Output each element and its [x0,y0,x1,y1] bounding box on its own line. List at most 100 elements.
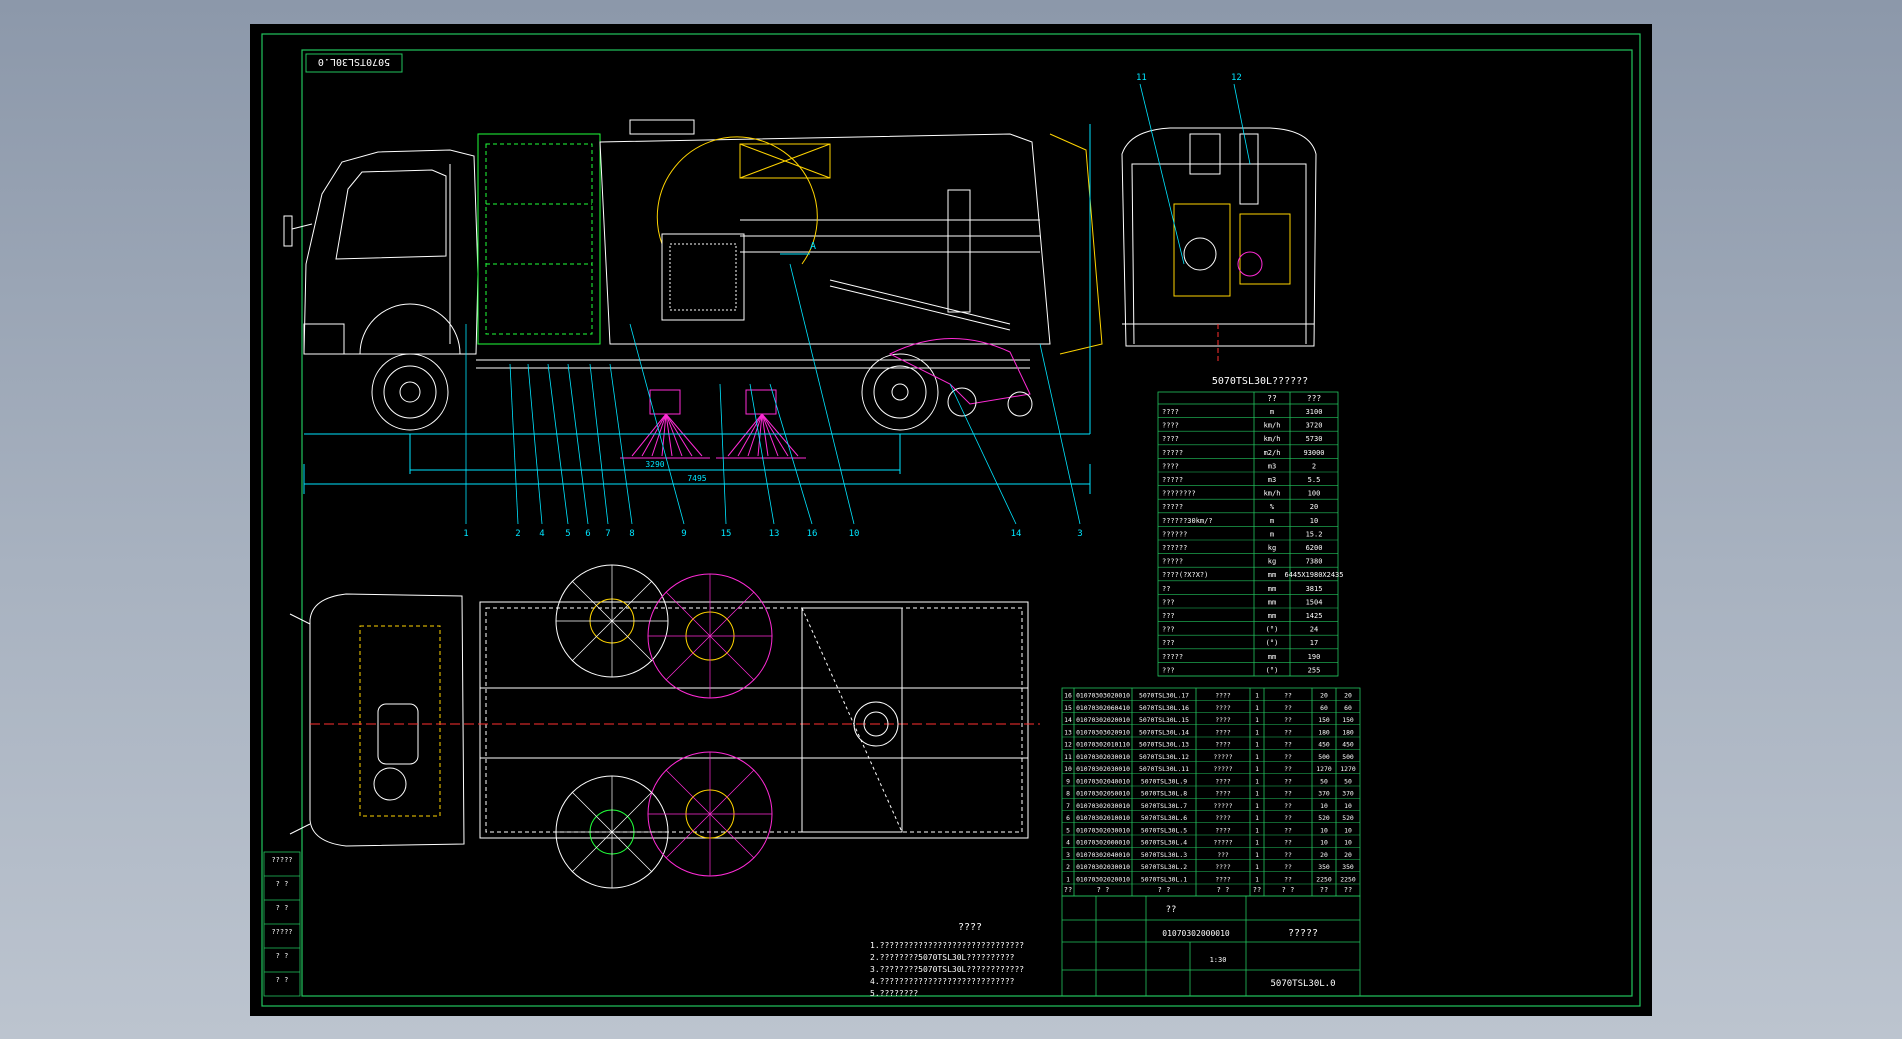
cab-window [335,169,447,260]
bom-cell: 5070TSL30L.12 [1139,753,1189,761]
callout: 14 [1011,529,1022,539]
callout: 16 [807,529,818,539]
bom-cell: 150 [1342,716,1354,724]
bom-cell: 01070302010010 [1076,814,1130,822]
spec-row-value: 1425 [1306,612,1323,620]
rear-wheel [861,353,939,431]
spec-row-value: 3100 [1306,408,1323,416]
spec-row-name: ??? [1162,598,1175,606]
spec-row-value: 190 [1308,653,1321,661]
callout: 4 [539,529,544,539]
bom-cell: ???? [1215,875,1231,883]
spec-row-unit: (°) [1266,639,1279,647]
bom-cell: ???? [1215,863,1231,871]
callout: 7 [605,529,610,539]
bom-cell: ?? [1284,741,1292,749]
bom-header-cell: ? ? [1282,886,1295,894]
bom-cell: 1 [1255,728,1259,736]
rear-callout-12: 12 [1231,73,1242,83]
callout: 9 [681,529,686,539]
bom-cell: 1 [1255,826,1259,834]
dim-wheelbase: 3290 [645,460,664,469]
bom-cell: 1 [1255,814,1259,822]
cad-drawing: 5070TSL30L.0 A 7495 3290 1 2 4 5 6 7 8 9… [261,33,1641,1007]
bom-cell: 1 [1255,802,1259,810]
bom-cell: 5070TSL30L.11 [1139,765,1189,773]
bom-cell: ?? [1284,863,1292,871]
bom-cell: ?? [1284,875,1292,883]
bom-cell: ?? [1284,753,1292,761]
spec-row-name: ??? [1162,626,1175,634]
left-block-label: ????? [271,856,292,864]
cab-outline [303,149,479,355]
fan-housing [656,136,818,265]
bom-cell: 20 [1344,851,1352,859]
spec-row-name: ???? [1162,408,1179,416]
bom-cell: 520 [1318,814,1330,822]
spec-row-name: ???? [1162,422,1179,430]
spec-row-value: 24 [1310,626,1318,634]
bom-cell: ?? [1284,728,1292,736]
left-block-label: ????? [271,928,292,936]
bom-cell: 2250 [1316,875,1332,883]
callout: 2 [515,529,520,539]
spec-row-value: 20 [1310,503,1318,511]
fan-box [661,233,745,321]
spec-row-value: 15.2 [1306,530,1323,538]
bom-cell: 5 [1066,826,1070,834]
bom-cell: 5070TSL30L.2 [1141,863,1187,871]
bom-cell: ????? [1213,765,1232,773]
spec-row-name: ??? [1162,612,1175,620]
bom-cell: ???? [1215,692,1231,700]
spec-row-value: 6200 [1306,544,1323,552]
bom-cell: 11 [1064,753,1072,761]
bom-cell: 500 [1342,753,1354,761]
bom-cell: ???? [1215,814,1231,822]
bom-cell: 10 [1344,839,1352,847]
left-block-label: ? ? [276,976,289,984]
bom-cell: 01070302030010 [1076,802,1130,810]
bom-cell: 10 [1320,826,1328,834]
spec-row-name: ?? [1162,585,1170,593]
bom-cell: 5070TSL30L.8 [1141,790,1187,798]
bom-cell: 150 [1318,716,1330,724]
spec-row-value: 3720 [1306,422,1323,430]
bom-header-cell: ?? [1064,886,1072,894]
bom-cell: 5070TSL30L.6 [1141,814,1187,822]
bom-cell: ??? [1217,851,1229,859]
bom-cell: ?? [1284,765,1292,773]
bom-cell: 6 [1066,814,1070,822]
spec-row-name: ???? [1162,435,1179,443]
bom-cell: ?? [1284,704,1292,712]
bom-header-cell: ? ? [1097,886,1110,894]
spec-row-value: 7380 [1306,558,1323,566]
cab-top [309,593,465,847]
bom-cell: 01070302010110 [1076,741,1130,749]
bom-cell: ????? [1213,802,1232,810]
left-block-label: ? ? [276,952,289,960]
bom-cell: 370 [1318,790,1330,798]
bom-cell: ???? [1215,826,1231,834]
bom-cell: ???? [1215,790,1231,798]
bom-cell: ?? [1284,826,1292,834]
spec-row-unit: m3 [1268,462,1276,470]
bom-header-cell: ? ? [1158,886,1171,894]
title-block-name: ????? [1288,928,1318,939]
note-line: 1.?????????????????????????????? [870,941,1024,950]
bom-header: ?? ? ? ? ? ? ? ?? ? ? ?? ?? [1064,886,1352,894]
bom-cell: ?? [1284,790,1292,798]
spec-row-unit: km/h [1264,422,1281,430]
bom-cell: ?? [1284,692,1292,700]
spec-row-value: 2 [1312,462,1316,470]
bom-cell: 500 [1318,753,1330,761]
spec-row-value: 6445X1980X2435 [1284,571,1343,579]
spec-row-unit: mm [1268,653,1276,661]
bom-header-cell: ?? [1320,886,1328,894]
brush-discs [555,564,773,889]
callout: 8 [629,529,634,539]
bom-cell: 01070302020010 [1076,716,1130,724]
bom-cell: ?? [1284,814,1292,822]
spec-row-unit: mm [1268,585,1276,593]
bom-cell: 12 [1064,741,1072,749]
spec-header-unit: ?? [1267,394,1277,403]
